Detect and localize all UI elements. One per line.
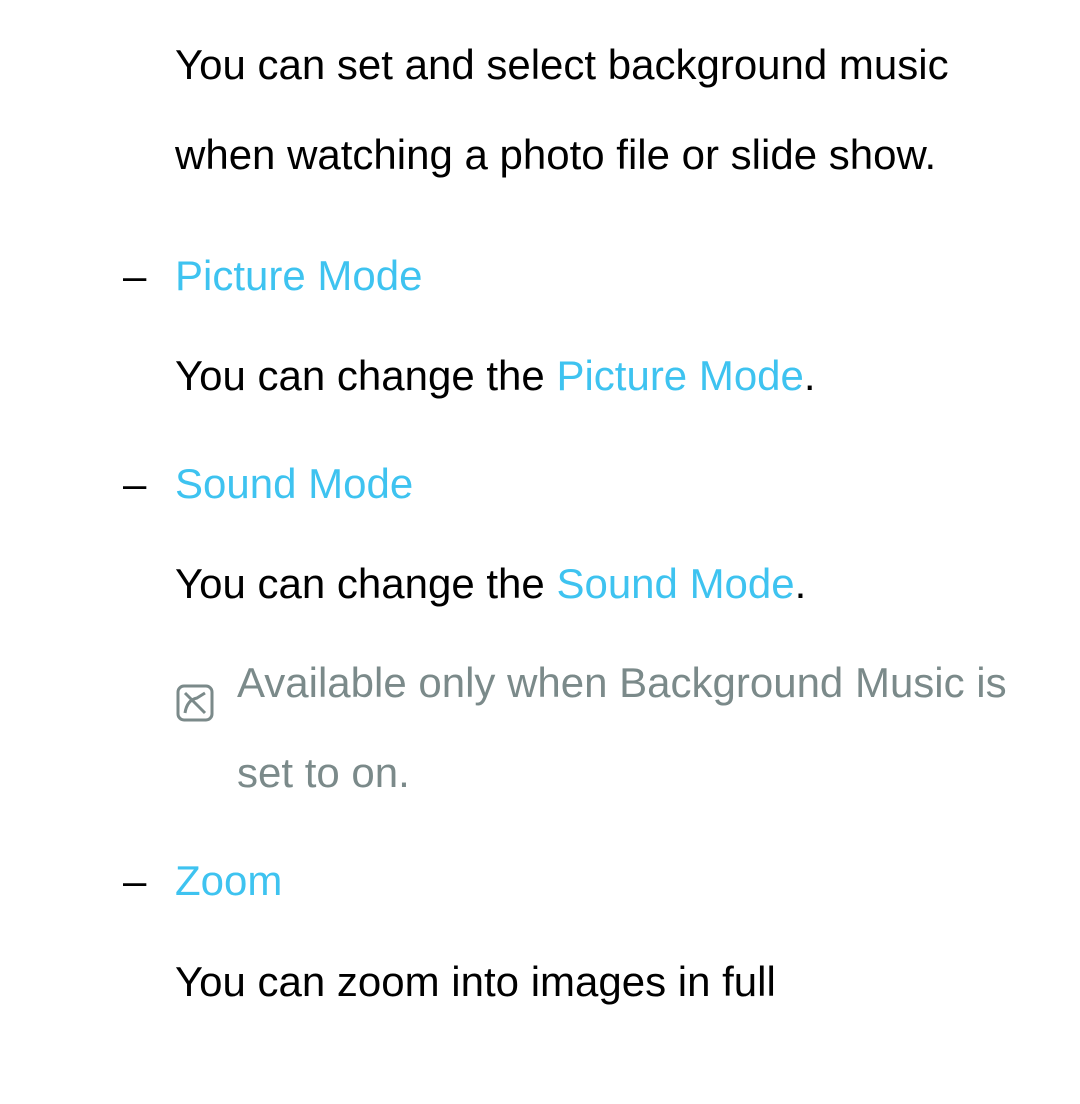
body-prefix: You can change the — [175, 560, 556, 607]
document-content: You can set and select background music … — [0, 20, 1080, 1027]
item-body-sound-mode: You can change the Sound Mode. — [175, 539, 1040, 629]
list-item-picture-mode: – Picture Mode You can change the Pictur… — [175, 231, 1040, 422]
item-title-zoom: Zoom — [175, 836, 1040, 926]
note-row: Available only when Background Music is … — [175, 638, 1040, 819]
list-dash: – — [123, 439, 146, 529]
item-title-sound-mode: Sound Mode — [175, 439, 1040, 529]
intro-paragraph: You can set and select background music … — [175, 20, 1040, 201]
body-suffix: . — [804, 352, 816, 399]
item-title-picture-mode: Picture Mode — [175, 231, 1040, 321]
body-prefix: You can change the — [175, 352, 556, 399]
inline-term-sound-mode: Sound Mode — [556, 560, 794, 607]
list-item-sound-mode: – Sound Mode You can change the Sound Mo… — [175, 439, 1040, 818]
list-item-zoom: – Zoom You can zoom into images in full — [175, 836, 1040, 1027]
inline-term-picture-mode: Picture Mode — [556, 352, 803, 399]
note-icon — [175, 664, 215, 704]
item-body-picture-mode: You can change the Picture Mode. — [175, 331, 1040, 421]
list-dash: – — [123, 836, 146, 926]
body-suffix: . — [795, 560, 807, 607]
note-text: Available only when Background Music is … — [237, 638, 1040, 819]
item-body-zoom: You can zoom into images in full — [175, 937, 1040, 1027]
list-dash: – — [123, 231, 146, 321]
